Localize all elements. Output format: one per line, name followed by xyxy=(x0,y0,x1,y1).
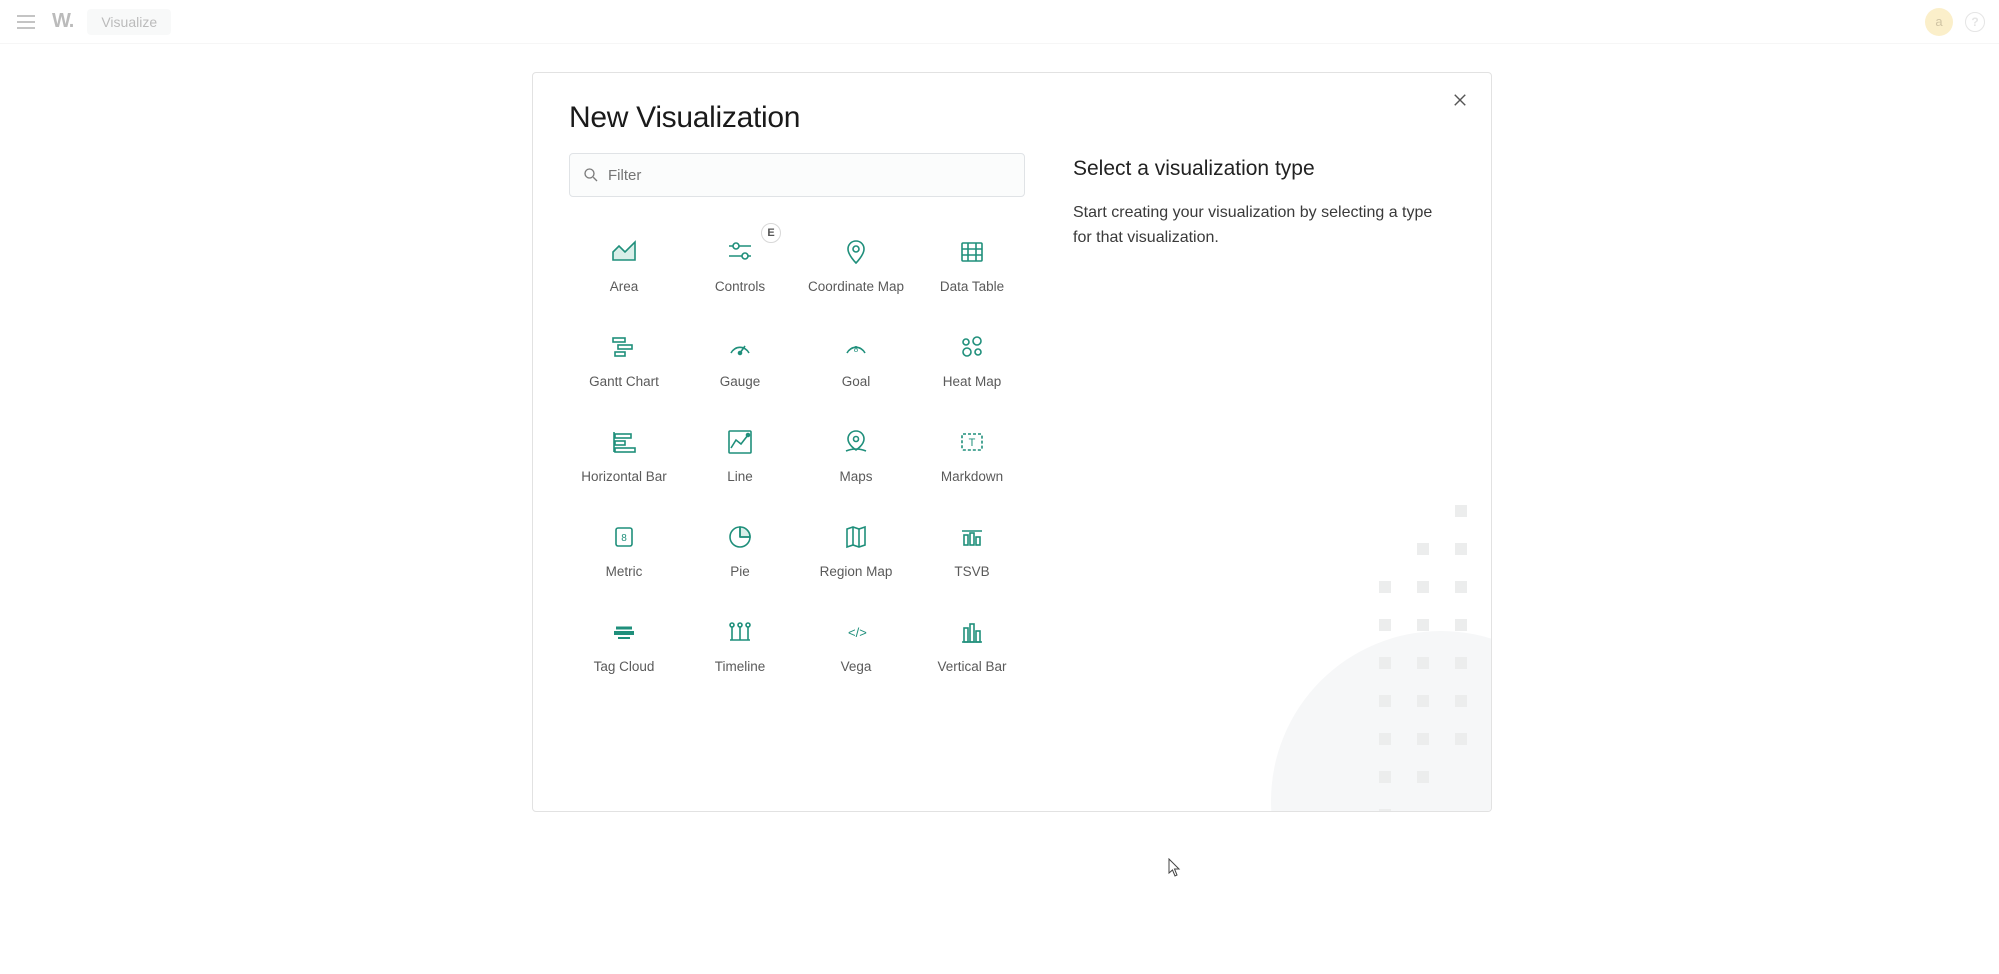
tagcloud-icon xyxy=(607,615,641,649)
viz-type-metric[interactable]: 8 Metric xyxy=(569,514,679,587)
viz-type-scroll[interactable]: AreaControlsECoordinate MapData TableGan… xyxy=(569,211,1033,811)
viz-type-region-map[interactable]: Region Map xyxy=(801,514,911,587)
filter-field[interactable] xyxy=(569,153,1025,197)
right-panel-text: Start creating your visualization by sel… xyxy=(1073,201,1453,251)
svg-text:T: T xyxy=(969,437,976,449)
close-icon xyxy=(1453,93,1467,107)
table-icon xyxy=(955,235,989,269)
heat-icon xyxy=(955,330,989,364)
goal-icon: 8 xyxy=(839,330,873,364)
breadcrumb-visualize[interactable]: Visualize xyxy=(87,9,171,35)
vega-icon: </> xyxy=(839,615,873,649)
viz-type-label: Vega xyxy=(841,659,872,676)
viz-type-label: Vertical Bar xyxy=(937,659,1006,676)
right-panel-title: Select a visualization type xyxy=(1073,157,1457,181)
viz-type-horizontal-bar[interactable]: Horizontal Bar xyxy=(569,419,679,492)
viz-type-label: Goal xyxy=(842,374,871,391)
viz-type-label: Maps xyxy=(839,469,872,486)
viz-type-maps[interactable]: Maps xyxy=(801,419,911,492)
viz-type-area[interactable]: Area xyxy=(569,229,679,302)
viz-type-markdown[interactable]: T Markdown xyxy=(917,419,1027,492)
modal-title: New Visualization xyxy=(569,101,1455,135)
line-icon xyxy=(723,425,757,459)
maps-icon xyxy=(839,425,873,459)
viz-type-label: Coordinate Map xyxy=(808,279,904,296)
viz-type-heat-map[interactable]: Heat Map xyxy=(917,324,1027,397)
controls-icon xyxy=(723,235,757,269)
pie-icon xyxy=(723,520,757,554)
viz-type-label: Horizontal Bar xyxy=(581,469,667,486)
hbar-icon xyxy=(607,425,641,459)
svg-text:8: 8 xyxy=(854,345,859,354)
viz-type-label: Data Table xyxy=(940,279,1004,296)
viz-type-label: Tag Cloud xyxy=(594,659,655,676)
viz-type-gantt-chart[interactable]: Gantt Chart xyxy=(569,324,679,397)
viz-type-label: Controls xyxy=(715,279,765,296)
menu-toggle-button[interactable] xyxy=(14,10,38,34)
search-icon xyxy=(582,166,600,184)
pin-icon xyxy=(839,235,873,269)
close-button[interactable] xyxy=(1447,87,1473,113)
viz-type-label: Area xyxy=(610,279,639,296)
viz-type-timeline[interactable]: Timeline xyxy=(685,609,795,682)
viz-type-line[interactable]: Line xyxy=(685,419,795,492)
viz-type-pie[interactable]: Pie xyxy=(685,514,795,587)
metric-icon: 8 xyxy=(607,520,641,554)
vbar-icon xyxy=(955,615,989,649)
viz-type-tag-cloud[interactable]: Tag Cloud xyxy=(569,609,679,682)
markdown-icon: T xyxy=(955,425,989,459)
viz-type-vega[interactable]: </> Vega xyxy=(801,609,911,682)
gauge-icon xyxy=(723,330,757,364)
experimental-badge: E xyxy=(761,223,781,243)
viz-type-label: Gauge xyxy=(720,374,761,391)
viz-type-label: Heat Map xyxy=(943,374,1002,391)
viz-type-label: Markdown xyxy=(941,469,1003,486)
viz-type-tsvb[interactable]: TSVB xyxy=(917,514,1027,587)
tsvb-icon xyxy=(955,520,989,554)
app-logo: W. xyxy=(52,10,73,33)
viz-type-label: Pie xyxy=(730,564,750,581)
filter-input[interactable] xyxy=(608,167,1012,184)
gantt-icon xyxy=(607,330,641,364)
viz-type-label: Line xyxy=(727,469,753,486)
timeline-icon xyxy=(723,615,757,649)
viz-type-vertical-bar[interactable]: Vertical Bar xyxy=(917,609,1027,682)
viz-type-label: TSVB xyxy=(954,564,989,581)
avatar[interactable]: a xyxy=(1925,8,1953,36)
decorative-background xyxy=(1241,491,1491,811)
viz-type-label: Metric xyxy=(606,564,643,581)
viz-type-goal[interactable]: 8 Goal xyxy=(801,324,911,397)
area-icon xyxy=(607,235,641,269)
cursor-icon xyxy=(1168,858,1182,878)
viz-type-coordinate-map[interactable]: Coordinate Map xyxy=(801,229,911,302)
new-visualization-modal: New Visualization AreaControlsECoordinat… xyxy=(532,72,1492,812)
viz-type-label: Gantt Chart xyxy=(589,374,659,391)
viz-type-data-table[interactable]: Data Table xyxy=(917,229,1027,302)
help-icon[interactable]: ? xyxy=(1965,12,1985,32)
svg-text:</>: </> xyxy=(848,625,867,640)
viz-type-label: Region Map xyxy=(820,564,893,581)
viz-type-gauge[interactable]: Gauge xyxy=(685,324,795,397)
viz-type-label: Timeline xyxy=(715,659,766,676)
svg-text:8: 8 xyxy=(621,533,627,544)
region-icon xyxy=(839,520,873,554)
viz-type-controls[interactable]: ControlsE xyxy=(685,229,795,302)
topbar: W. Visualize a ? xyxy=(0,0,1999,44)
